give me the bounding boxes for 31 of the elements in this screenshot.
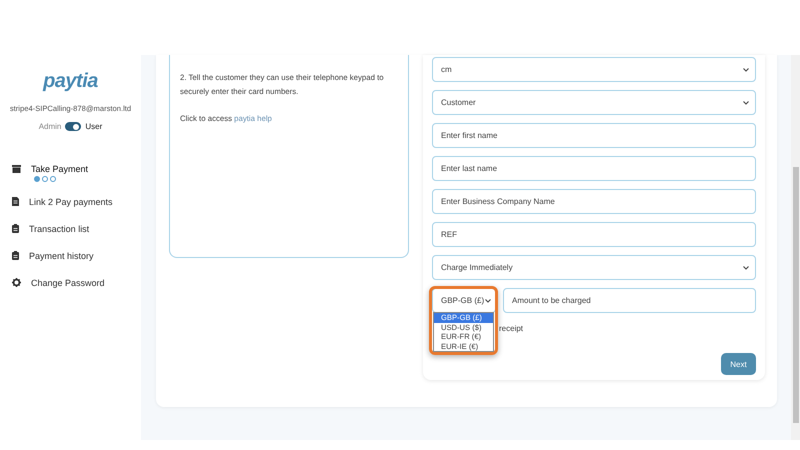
archive-box-icon: [12, 164, 21, 172]
select-field[interactable]: Customer: [432, 90, 756, 115]
chevron-down-icon: [743, 100, 749, 104]
nav-item[interactable]: Payment history: [12, 242, 141, 269]
toggle-label: Admin: [38, 122, 62, 131]
input-field[interactable]: Enter last name: [432, 156, 756, 181]
select-field[interactable]: Charge Immediately: [432, 255, 756, 280]
logo: paytia: [43, 70, 98, 93]
scrollbar[interactable]: [791, 55, 800, 440]
clipboard-icon: [12, 251, 19, 260]
clipboard-icon: [12, 224, 19, 233]
settings-icon: [12, 278, 21, 287]
toggle-label: User: [85, 122, 102, 131]
currency-select[interactable]: GBP-GB (£): [432, 288, 496, 313]
select-field[interactable]: cm: [432, 57, 756, 82]
scrollbar-thumb[interactable]: [793, 167, 799, 423]
input-field[interactable]: REF: [432, 222, 756, 247]
next-button[interactable]: Next: [721, 353, 756, 375]
chevron-down-icon: [743, 68, 749, 72]
nav-item[interactable]: Change Password: [12, 269, 141, 296]
nav-item[interactable]: Transaction list: [12, 215, 141, 242]
document-icon: [12, 197, 19, 206]
chevron-down-icon: [743, 266, 749, 270]
nav-item[interactable]: Link 2 Pay payments: [12, 188, 141, 215]
mode-toggle[interactable]: [65, 122, 82, 131]
input-field[interactable]: Enter first name: [432, 123, 756, 148]
input-field[interactable]: Enter Business Company Name: [432, 189, 756, 214]
nav-item[interactable]: Take Payment: [12, 155, 141, 182]
receipt-label: receipt: [499, 324, 524, 333]
amount-field[interactable]: Amount to be charged: [503, 288, 756, 313]
chevron-down-icon: [485, 298, 491, 302]
